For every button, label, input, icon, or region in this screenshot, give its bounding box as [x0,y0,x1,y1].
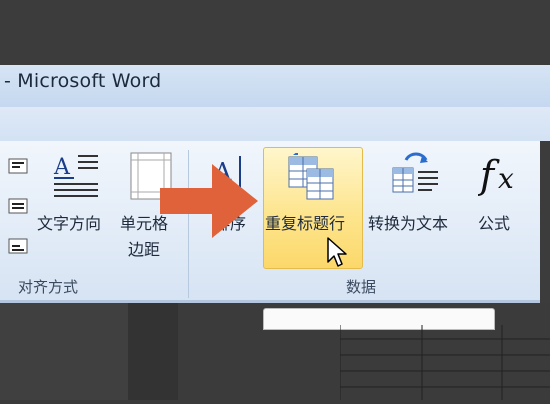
repeat-header-rows-icon[interactable] [288,151,336,205]
svg-text:f: f [478,153,500,196]
formula-icon[interactable]: f x [477,150,522,200]
text-direction-label[interactable]: 文字方向 [37,210,101,234]
window-title: - Microsoft Word [4,70,162,92]
document-table[interactable] [339,325,550,400]
cell-margins-label-line2[interactable]: 边距 [128,236,160,260]
text-direction-icon[interactable]: A [52,150,102,206]
align-icon[interactable] [8,238,28,258]
convert-to-text-label[interactable]: 转换为文本 [368,210,448,234]
top-dark-area [0,0,550,65]
document-shadow [128,303,178,400]
align-icon[interactable] [8,198,28,218]
repeat-header-rows-label[interactable]: 重复标题行 [265,210,345,234]
svg-text:A: A [53,155,71,180]
align-icon[interactable] [8,158,28,178]
formula-label[interactable]: 公式 [478,210,510,234]
svg-text:x: x [498,162,514,195]
ribbon-tab-strip [0,107,550,142]
document-left-margin [0,303,128,400]
data-group-label: 数据 [346,278,377,296]
convert-to-text-icon[interactable] [392,150,440,200]
mouse-cursor-icon [326,236,348,272]
ribbon-right-edge [540,141,550,303]
alignment-group-label: 对齐方式 [18,278,79,296]
arrow-pointer-icon [160,162,260,244]
